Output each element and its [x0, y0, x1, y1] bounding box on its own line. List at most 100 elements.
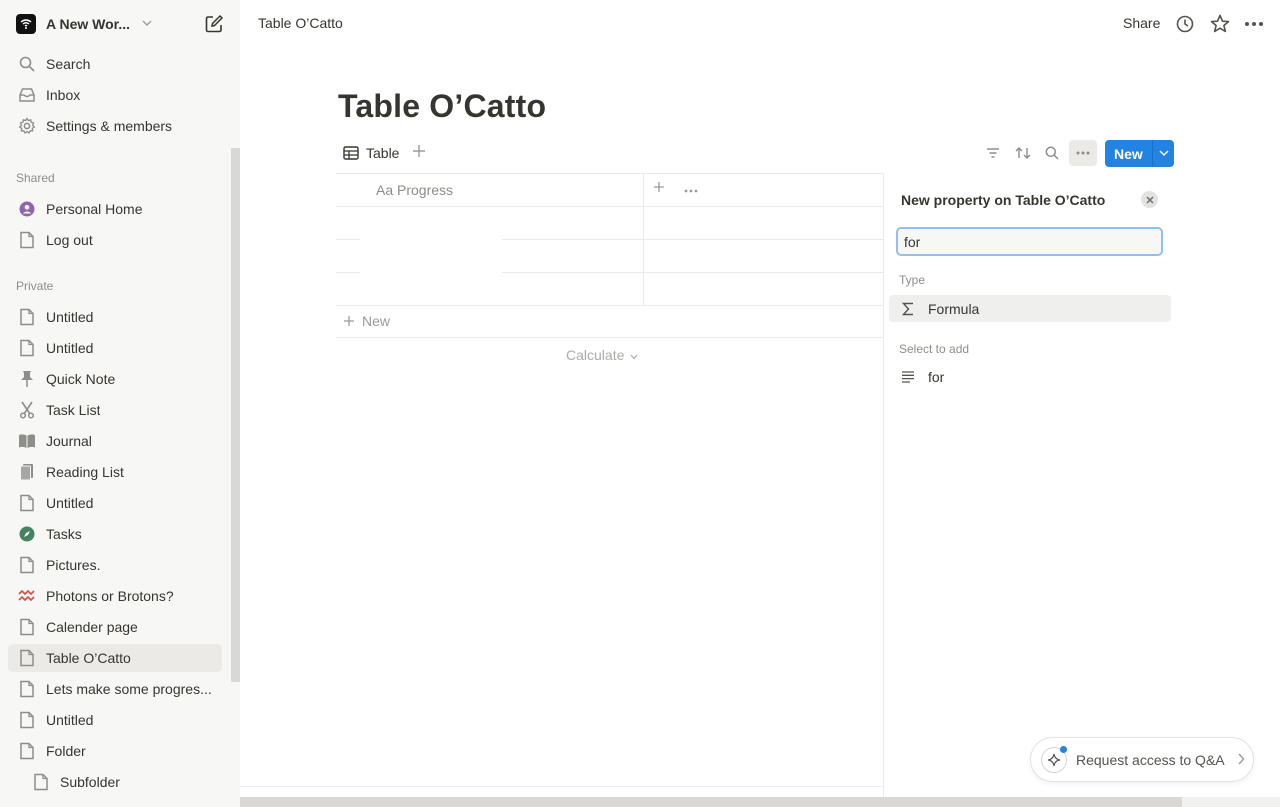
add-row-button[interactable]: New	[343, 313, 390, 330]
sidebar-item-reading-list[interactable]: Reading List	[8, 458, 222, 486]
sidebar-item-label: Personal Home	[46, 201, 143, 217]
page-title[interactable]: Table O’Catto	[338, 88, 546, 125]
sidebar-item-untitled[interactable]: Untitled	[8, 303, 222, 331]
filter-icon[interactable]	[981, 142, 1005, 164]
page-icon	[17, 617, 37, 637]
sidebar-item-search[interactable]: Search	[8, 50, 222, 78]
sidebar-item-label: Table O’Catto	[46, 650, 131, 666]
sidebar-item-photons-or-brotons[interactable]: Photons or Brotons?	[8, 582, 222, 610]
sidebar-item-label: Folder	[46, 743, 86, 759]
section-label-private: Private	[16, 279, 54, 293]
row-divider	[336, 337, 884, 338]
sidebar-item-inbox[interactable]: Inbox	[8, 81, 222, 109]
tab-label: Table	[366, 145, 400, 161]
view-more-options-icon[interactable]	[1069, 140, 1097, 166]
column-header-progress[interactable]: Aa Progress	[376, 182, 453, 198]
sidebar-item-calender-page[interactable]: Calender page	[8, 613, 222, 641]
page-icon	[17, 710, 37, 730]
chevron-down-icon	[630, 347, 638, 363]
sidebar-item-label: Untitled	[46, 340, 94, 356]
qa-label: Request access to Q&A	[1076, 751, 1225, 768]
row-divider	[336, 272, 360, 273]
calculate-label: Calculate	[566, 347, 625, 363]
new-button-label: New	[1114, 145, 1143, 162]
new-page-edit-icon[interactable]	[204, 14, 224, 34]
sidebar-item-task-list[interactable]: Task List	[8, 396, 222, 424]
horizontal-scrollbar-track	[1182, 797, 1280, 807]
calculate-button[interactable]: Calculate	[566, 347, 638, 363]
sidebar-item-subfolder[interactable]: Subfolder	[22, 768, 222, 796]
page-icon	[17, 679, 37, 699]
sidebar-item-folder[interactable]: Folder	[8, 737, 222, 765]
sigma-icon	[898, 302, 918, 316]
add-view-plus-icon[interactable]	[410, 143, 428, 161]
sidebar-item-untitled[interactable]: Untitled	[8, 706, 222, 734]
clock-icon[interactable]	[1174, 13, 1196, 35]
breadcrumb[interactable]: Table O’Catto	[258, 15, 343, 31]
sidebar-scrollbar[interactable]	[231, 148, 240, 682]
chevron-down-icon	[142, 17, 152, 31]
star-icon[interactable]	[1209, 13, 1231, 35]
inbox-icon	[17, 85, 37, 105]
text-lines-icon	[898, 370, 918, 383]
workspace-name: A New Wor...	[46, 16, 131, 32]
scissors-icon	[17, 400, 37, 420]
chevron-right-icon	[1237, 752, 1245, 768]
sidebar-item-pictures[interactable]: Pictures.	[8, 551, 222, 579]
sidebar-item-label: Task List	[46, 402, 101, 418]
workspace-switcher[interactable]: A New Wor...	[8, 10, 232, 38]
new-property-panel: New property on Table O’Catto Type Formu…	[883, 174, 1180, 797]
wave-icon	[17, 586, 37, 606]
column-divider	[643, 174, 644, 305]
column-more-icon[interactable]	[684, 180, 698, 196]
page-icon	[17, 741, 37, 761]
option-label: Formula	[928, 300, 980, 317]
sparkle-icon	[1041, 745, 1067, 773]
row-divider	[336, 239, 360, 240]
sidebar-item-tasks[interactable]: Tasks	[8, 520, 222, 548]
select-option-for[interactable]: for	[889, 363, 1171, 390]
sidebar-item-untitled[interactable]: Untitled	[8, 489, 222, 517]
property-search-input[interactable]	[896, 227, 1163, 256]
row-divider	[502, 239, 884, 240]
person-icon	[17, 199, 37, 219]
share-button[interactable]: Share	[1123, 15, 1160, 31]
chevron-down-icon[interactable]	[1153, 148, 1174, 160]
request-access-qa-button[interactable]: Request access to Q&A	[1030, 737, 1254, 782]
sidebar-item-label: Inbox	[46, 87, 81, 103]
sidebar-item-label: Photons or Brotons?	[46, 588, 174, 604]
sidebar-item-quick-note[interactable]: Quick Note	[8, 365, 222, 393]
table-top-border	[336, 173, 884, 174]
close-icon[interactable]	[1141, 191, 1158, 208]
sidebar-item-journal[interactable]: Journal	[8, 427, 222, 455]
sidebar-item-label: Untitled	[46, 495, 94, 511]
sidebar-item-log-out[interactable]: Log out	[8, 226, 222, 254]
sidebar-item-settings[interactable]: Settings & members	[8, 112, 222, 140]
sidebar-item-label: Untitled	[46, 309, 94, 325]
page-icon	[17, 648, 37, 668]
page-icon	[17, 230, 37, 250]
sidebar-item-personal-home[interactable]: Personal Home	[8, 195, 222, 223]
compass-icon	[17, 524, 37, 544]
type-option-formula[interactable]: Formula	[889, 295, 1171, 322]
page-icon	[17, 555, 37, 575]
sidebar-item-label: Subfolder	[60, 774, 120, 790]
page-icon	[31, 772, 51, 792]
new-button[interactable]: New	[1105, 140, 1174, 167]
tab-table-view[interactable]: Table	[343, 143, 399, 163]
horizontal-scrollbar[interactable]	[240, 797, 1182, 807]
topbar: Table O’Catto Share	[240, 0, 1280, 46]
more-options-icon[interactable]	[1243, 13, 1265, 35]
add-property-plus-icon[interactable]	[653, 180, 665, 198]
notification-dot	[1060, 745, 1067, 753]
pin-icon	[17, 369, 37, 389]
sidebar-item-untitled[interactable]: Untitled	[8, 334, 222, 362]
sidebar-item-lets-make-some-progress[interactable]: Lets make some progres...	[8, 675, 222, 703]
gear-icon	[17, 116, 37, 136]
sort-icon[interactable]	[1011, 142, 1035, 164]
plus-icon	[343, 314, 355, 330]
row-divider	[502, 272, 884, 273]
sidebar-item-table-ocatto[interactable]: Table O’Catto	[8, 644, 222, 672]
search-icon[interactable]	[1040, 142, 1064, 164]
sidebar-item-label: Journal	[46, 433, 92, 449]
